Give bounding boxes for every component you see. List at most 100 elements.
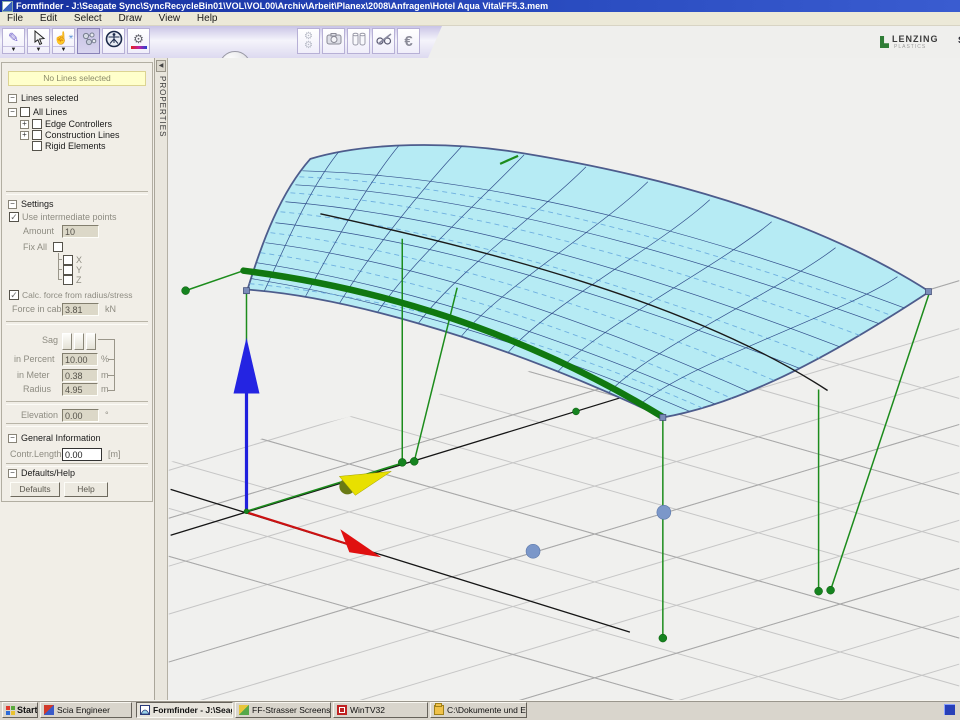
elevation-input[interactable] [62, 409, 99, 422]
glasses-pen-icon [375, 31, 393, 52]
expander[interactable]: + [20, 131, 29, 140]
collapse-arrow-button[interactable]: ◀ [156, 60, 166, 72]
task-scia-engineer[interactable]: Scia Engineer [40, 702, 132, 718]
pencil-icon: ✎ [8, 29, 19, 46]
divider [6, 463, 148, 467]
camera-icon [325, 31, 343, 52]
contr-length-input[interactable] [62, 448, 102, 461]
selection-banner: No Lines selected [8, 71, 146, 86]
force-input[interactable] [62, 303, 99, 316]
properties-panel-box: No Lines selected − Lines selected − All… [1, 62, 153, 502]
radius-row: Radius m [2, 384, 152, 395]
screenshot-icon [239, 705, 249, 715]
collapse-toggle[interactable]: − [8, 200, 17, 209]
task-dokumente[interactable]: C:\Dokumente und Einst... [430, 702, 527, 718]
defaults-button[interactable]: Defaults [10, 482, 60, 497]
checkbox[interactable] [32, 141, 42, 151]
defaults-section-header: − Defaults/Help [2, 468, 152, 479]
collapse-toggle[interactable]: − [8, 469, 17, 478]
menu-edit[interactable]: Edit [33, 12, 64, 25]
expander[interactable]: + [20, 120, 29, 129]
lines-section-header: − Lines selected [2, 93, 152, 104]
vitruvian-man-icon [105, 30, 123, 53]
bracket [98, 339, 114, 340]
use-intermediate-points-row: ✓ Use intermediate points [2, 212, 152, 223]
divider [6, 401, 148, 405]
camera-tool-button[interactable] [322, 28, 345, 54]
menu-select[interactable]: Select [67, 12, 109, 25]
fabric-rolls-icon [351, 31, 367, 52]
fix-all-checkbox[interactable] [53, 242, 63, 252]
title-bar: Formfinder - J:\Seagate Sync\SyncRecycle… [0, 0, 960, 12]
menu-file[interactable]: File [0, 12, 30, 25]
radius-input[interactable] [62, 383, 98, 396]
collapse-toggle[interactable]: − [8, 94, 17, 103]
gear-gradient-icon: ⚙ [131, 33, 147, 49]
defaults-buttons-row: Defaults Help [2, 482, 152, 498]
render-settings-button[interactable]: ⚙ [127, 28, 150, 54]
dropdown-arrow-icon[interactable]: ▼ [28, 46, 49, 53]
logo-strip: LENZING PLASTICS SEFAR CarlStahl Ferrari [428, 26, 960, 58]
amount-input[interactable] [62, 225, 99, 238]
3d-viewport[interactable] [168, 58, 960, 700]
task-formfinder[interactable]: Formfinder - J:\Seaga... [136, 702, 233, 718]
parts-tool-button[interactable]: ⚙⚙ [297, 28, 320, 54]
dropdown-arrow-icon[interactable]: ▼ [3, 46, 24, 53]
select-tool-button[interactable]: ▼ [27, 28, 50, 54]
presentation-tool-button[interactable] [102, 28, 125, 54]
task-wintv32[interactable]: WinTV32 [333, 702, 428, 718]
fix-x-checkbox[interactable] [63, 255, 73, 265]
formfinding-tool-button[interactable] [77, 28, 100, 54]
sag-row: Sag [2, 335, 152, 346]
percent-input[interactable] [62, 353, 98, 366]
fix-z-row: Z [2, 275, 152, 286]
tree-item-edge-controllers[interactable]: + Edge Controllers [2, 119, 152, 130]
app-icon [2, 1, 13, 12]
expander[interactable]: − [8, 108, 17, 117]
checkbox[interactable] [32, 119, 42, 129]
fix-z-checkbox[interactable] [63, 275, 73, 285]
scia-icon [44, 705, 54, 715]
menu-help[interactable]: Help [190, 12, 225, 25]
lenzing-logo: LENZING PLASTICS [880, 34, 950, 52]
sketch-tool-button[interactable] [372, 28, 395, 54]
cursor-icon [32, 29, 46, 46]
contr-length-row: Contr.Length [m] [2, 449, 152, 460]
sag-option-3[interactable] [86, 333, 96, 350]
general-section-header: − General Information [2, 433, 152, 444]
start-button[interactable]: Start [2, 702, 38, 718]
divider [6, 321, 148, 325]
lenzing-mark-icon [880, 36, 889, 48]
properties-tab[interactable]: PROPERTIES [156, 76, 167, 137]
menu-draw[interactable]: Draw [112, 12, 149, 25]
collapse-toggle[interactable]: − [8, 434, 17, 443]
menu-view[interactable]: View [152, 12, 188, 25]
cost-tool-button[interactable]: € [397, 28, 420, 54]
euro-icon: € [404, 33, 412, 50]
sag-option-1[interactable] [62, 333, 72, 350]
checkbox-checked[interactable]: ✓ [9, 290, 19, 300]
tree-item-construction-lines[interactable]: + Construction Lines [2, 130, 152, 141]
hand-icon: ☝✳ [54, 29, 74, 46]
elevation-row: Elevation ° [2, 410, 152, 421]
edit-point-tool-button[interactable]: ☝✳ ▼ [52, 28, 75, 54]
checkbox[interactable] [32, 130, 42, 140]
menu-bar: File Edit Select Draw View Help [0, 12, 960, 26]
sag-option-2[interactable] [74, 333, 84, 350]
divider [6, 191, 148, 195]
dropdown-arrow-icon[interactable]: ▼ [53, 46, 74, 53]
tree-item-all-lines[interactable]: − All Lines [2, 107, 152, 118]
fix-y-checkbox[interactable] [63, 265, 73, 275]
draw-tool-button[interactable]: ✎ ▼ [2, 28, 25, 54]
calc-force-row: ✓ Calc. force from radius/stress [2, 290, 152, 301]
tree-item-rigid-elements[interactable]: Rigid Elements [2, 141, 152, 152]
checkbox-checked[interactable]: ✓ [9, 212, 19, 222]
help-button[interactable]: Help [64, 482, 108, 497]
task-ff-strasser[interactable]: FF-Strasser Screenshot -... [235, 702, 331, 718]
checkbox[interactable] [20, 107, 30, 117]
tray-language-icon[interactable] [944, 704, 955, 715]
molecule-icon [80, 30, 98, 53]
formfinder-icon [140, 705, 150, 715]
material-rolls-button[interactable] [347, 28, 370, 54]
meter-input[interactable] [62, 369, 98, 382]
